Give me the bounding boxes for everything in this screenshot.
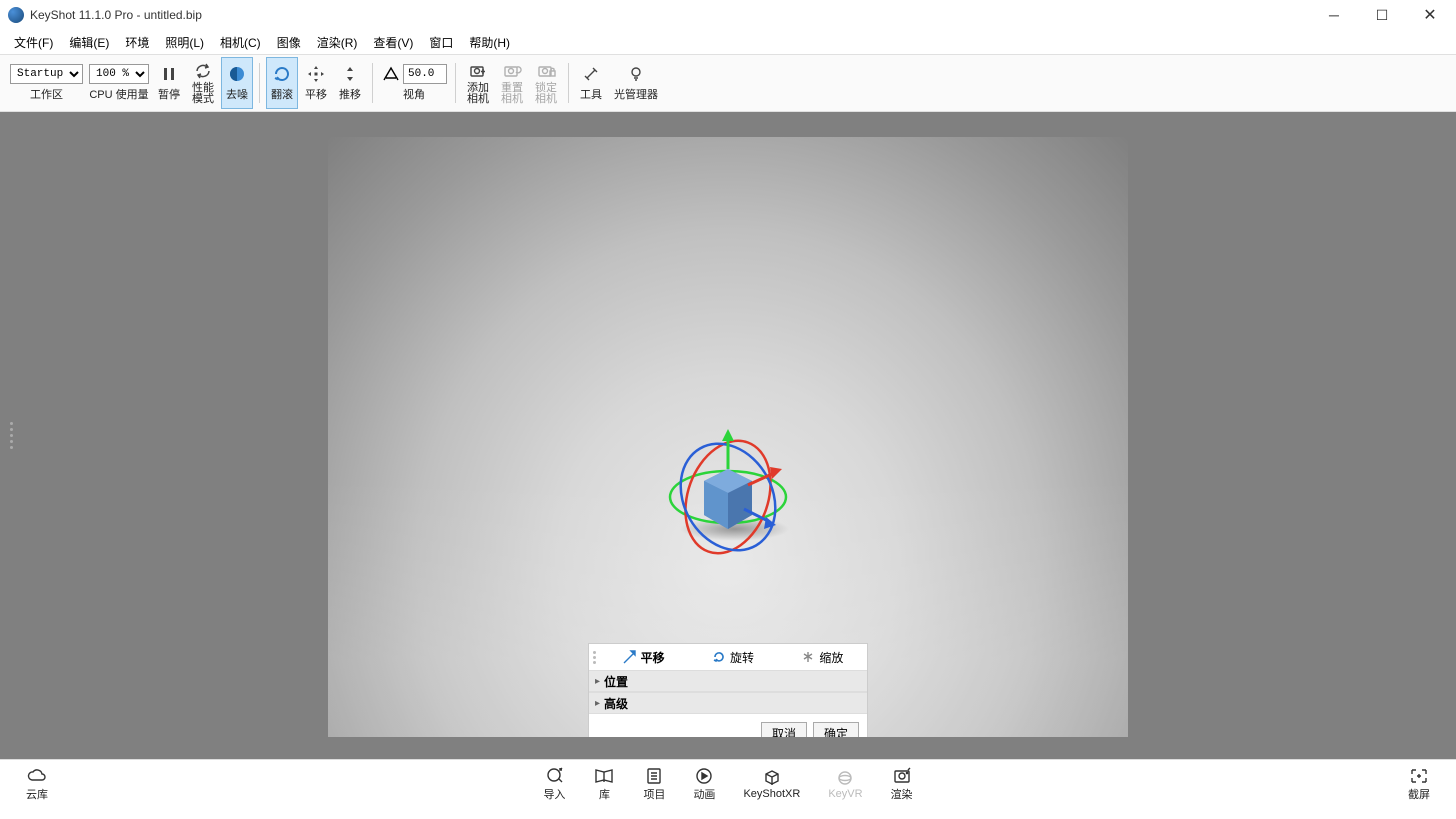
library-icon [593,766,615,786]
translate-icon [623,650,637,664]
bottombar: 云库 导入 库 项目 动画 KeyShotXR KeyVR 渲染 截屏 [0,759,1456,807]
menu-view[interactable]: 查看(V) [367,32,419,53]
toolbar: Startup 工作区 100 % CPU 使用量 暂停 性能模式 去噪 翻滚 … [0,54,1456,112]
pause-icon [159,64,179,84]
maximize-button[interactable]: ☐ [1368,5,1396,25]
tools-button[interactable]: 工具 [575,57,607,109]
workspace-select[interactable]: Startup [10,64,83,84]
footer-caption [0,807,1456,809]
lock-camera-button[interactable]: 锁定相机 [530,57,562,109]
menu-file[interactable]: 文件(F) [8,32,59,53]
light-manager-button[interactable]: 光管理器 [609,57,663,109]
cloud-icon [26,766,48,786]
vr-icon [834,768,856,788]
pan-icon [306,64,326,84]
app-icon [8,7,24,23]
screenshot-button[interactable]: 截屏 [1394,764,1444,804]
import-icon [543,766,565,786]
section-position[interactable]: ▸ 位置 [589,670,867,692]
cloud-library-button[interactable]: 云库 [12,764,62,804]
project-icon [643,766,665,786]
render-button[interactable]: 渲染 [877,764,927,804]
keyvr-button[interactable]: KeyVR [814,766,876,802]
import-button[interactable]: 导入 [529,764,579,804]
render-viewport[interactable]: 平移 旋转 缩放 ▸ 位置 ▸ 高级 取消 确 [328,137,1128,737]
menu-environment[interactable]: 环境 [119,32,155,53]
menu-render[interactable]: 渲染(R) [311,32,364,53]
workspace-label: 工作区 [30,86,63,102]
chevron-right-icon: ▸ [595,676,600,687]
keyshotxr-button[interactable]: KeyShotXR [729,766,814,802]
fov-icon [381,64,401,84]
fov-label: 视角 [403,86,425,102]
camera-reset-icon [502,61,522,81]
fov-input[interactable] [403,64,447,84]
chevron-right-icon: ▸ [595,698,600,709]
zoom-select[interactable]: 100 % [89,64,149,84]
project-button[interactable]: 项目 [629,764,679,804]
reset-camera-button[interactable]: 重置相机 [496,57,528,109]
screenshot-icon [1408,766,1430,786]
minimize-button[interactable]: ─ [1320,5,1348,25]
cycle-icon [193,61,213,81]
tab-rotate[interactable]: 旋转 [688,644,777,670]
tumble-button[interactable]: 翻滚 [266,57,298,109]
denoise-icon [227,64,247,84]
section-advanced[interactable]: ▸ 高级 [589,692,867,714]
dolly-icon [340,64,360,84]
rotate-tab-icon [712,650,726,664]
menu-edit[interactable]: 编辑(E) [63,32,115,53]
light-icon [626,64,646,84]
transform-panel: 平移 旋转 缩放 ▸ 位置 ▸ 高级 取消 确 [588,643,868,737]
library-button[interactable]: 库 [579,764,629,804]
camera-lock-icon [536,61,556,81]
add-camera-button[interactable]: 添加相机 [462,57,494,109]
animation-button[interactable]: 动画 [679,764,729,804]
titlebar: KeyShot 11.1.0 Pro - untitled.bip ─ ☐ ✕ [0,0,1456,30]
panel-drag-handle[interactable] [589,651,599,664]
scene-object-cube[interactable] [648,417,808,577]
pan-button[interactable]: 平移 [300,57,332,109]
dock-handle-left[interactable] [10,112,16,759]
menubar: 文件(F) 编辑(E) 环境 照明(L) 相机(C) 图像 渲染(R) 查看(V… [0,30,1456,54]
cancel-button[interactable]: 取消 [761,722,807,737]
tab-scale[interactable]: 缩放 [778,644,867,670]
tools-icon [581,64,601,84]
xr-icon [761,768,783,788]
scale-icon [801,650,815,664]
rotate-icon [272,64,292,84]
window-title: KeyShot 11.1.0 Pro - untitled.bip [30,8,1320,22]
ok-button[interactable]: 确定 [813,722,859,737]
menu-help[interactable]: 帮助(H) [463,32,516,53]
menu-window[interactable]: 窗口 [423,32,459,53]
menu-lighting[interactable]: 照明(L) [159,32,210,53]
performance-mode-button[interactable]: 性能模式 [187,57,219,109]
render-icon [891,766,913,786]
cpu-usage-label: CPU 使用量 [89,86,148,102]
viewport-area: 平移 旋转 缩放 ▸ 位置 ▸ 高级 取消 确 [0,112,1456,759]
dolly-button[interactable]: 推移 [334,57,366,109]
tab-translate[interactable]: 平移 [599,644,688,670]
camera-add-icon [468,61,488,81]
animation-icon [693,766,715,786]
close-button[interactable]: ✕ [1416,5,1444,25]
menu-camera[interactable]: 相机(C) [214,32,267,53]
menu-image[interactable]: 图像 [271,32,307,53]
pause-button[interactable]: 暂停 [153,57,185,109]
denoise-button[interactable]: 去噪 [221,57,253,109]
